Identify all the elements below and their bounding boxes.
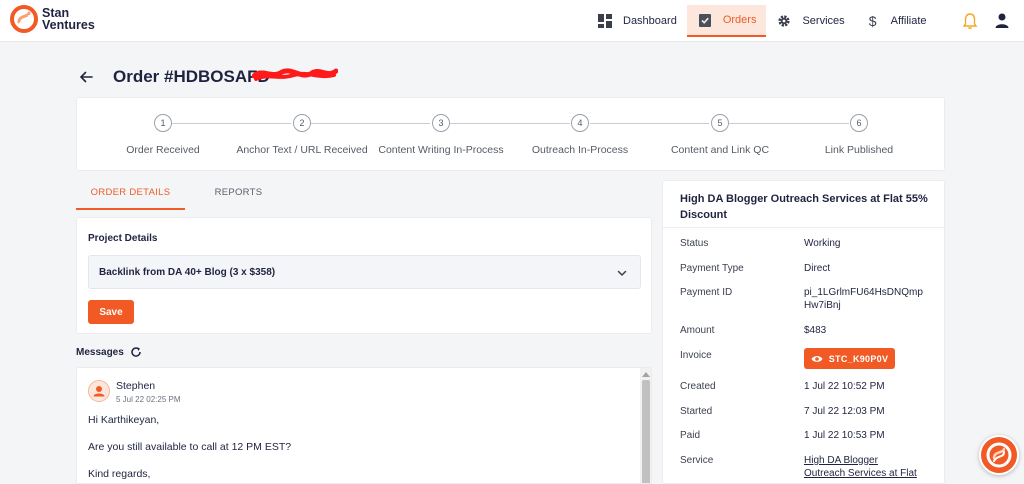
step-label: Content Writing In-Process xyxy=(378,144,504,156)
dollar-icon: $ xyxy=(868,13,877,29)
summary-value-status: Working xyxy=(804,238,841,249)
payment-id-line1: pi_1LGrlmFU64HsDNQmp xyxy=(804,287,923,298)
user-avatar-icon xyxy=(93,386,105,397)
messages-panel[interactable]: Stephen 5 Jul 22 02:25 PM Hi Karthikeyan… xyxy=(76,367,652,484)
user-icon[interactable] xyxy=(994,12,1010,30)
nav-affiliate[interactable]: $ Affiliate xyxy=(855,5,937,37)
service-link-line1: High DA Blogger xyxy=(804,455,878,466)
step-number: 2 xyxy=(293,114,311,132)
summary-value-payment-id: pi_1LGrlmFU64HsDNQmp Hw7iBnj xyxy=(804,286,923,312)
brand-name: Stan Ventures xyxy=(42,7,95,32)
summary-label-service: Service xyxy=(680,455,714,466)
summary-label-payment-id: Payment ID xyxy=(680,287,733,298)
summary-label-paid: Paid xyxy=(680,430,701,441)
summary-value-started: 7 Jul 22 12:03 PM xyxy=(804,406,885,417)
step-link-published: 6 Link Published xyxy=(789,114,929,156)
save-button[interactable]: Save xyxy=(88,300,134,324)
divider xyxy=(663,227,944,228)
step-anchor-text-received: 2 Anchor Text / URL Received xyxy=(232,114,372,156)
chat-launcher-button[interactable] xyxy=(979,435,1019,475)
tab-order-details[interactable]: ORDER DETAILS xyxy=(76,180,185,210)
project-select[interactable]: Backlink from DA 40+ Blog (3 x $358) xyxy=(88,255,641,289)
message-text-line: Hi Karthikeyan, xyxy=(88,414,160,426)
step-number: 5 xyxy=(711,114,729,132)
message-text-line: Are you still available to call at 12 PM… xyxy=(88,441,292,453)
message-timestamp: 5 Jul 22 02:25 PM xyxy=(116,395,181,404)
summary-value-amount: $483 xyxy=(804,325,827,336)
redaction-scribble xyxy=(252,68,338,81)
message-text-line: Kind regards, xyxy=(88,468,151,480)
nav-dashboard[interactable]: Dashboard xyxy=(587,5,687,37)
messages-scrollbar-thumb[interactable] xyxy=(642,380,650,483)
summary-label-created: Created xyxy=(680,381,716,392)
summary-value-paid: 1 Jul 22 10:53 PM xyxy=(804,430,885,441)
main-nav: Dashboard Orders Services $ Affiliate xyxy=(587,0,937,42)
avatar xyxy=(88,380,110,402)
project-select-value: Backlink from DA 40+ Blog (3 x $358) xyxy=(99,267,276,278)
step-content-writing: 3 Content Writing In-Process xyxy=(371,114,511,156)
messages-heading: Messages xyxy=(76,346,142,358)
clipboard-check-icon xyxy=(697,12,713,28)
back-arrow-icon[interactable] xyxy=(78,69,94,85)
step-label: Content and Link QC xyxy=(670,144,770,156)
step-label: Anchor Text / URL Received xyxy=(236,144,368,156)
order-tabs: ORDER DETAILS REPORTS xyxy=(76,180,652,210)
invoice-button[interactable]: STC_K90P0V xyxy=(804,348,895,369)
invoice-button-label: STC_K90P0V xyxy=(828,353,889,364)
gear-icon xyxy=(776,13,792,29)
summary-label-started: Started xyxy=(680,406,713,417)
order-progress-stepper: 1 Order Received 2 Anchor Text / URL Rec… xyxy=(76,97,945,171)
summary-label-payment-type: Payment Type xyxy=(680,263,744,274)
stan-ventures-chat-icon xyxy=(986,442,1012,468)
scroll-up-arrow-icon[interactable] xyxy=(642,371,650,377)
nav-orders[interactable]: Orders xyxy=(686,5,767,37)
project-details-label: Project Details xyxy=(88,233,158,244)
order-summary-panel: High DA Blogger Outreach Services at Fla… xyxy=(662,180,945,484)
summary-value-payment-type: Direct xyxy=(804,263,831,274)
page-title: Order #HDBOSAFD xyxy=(113,67,270,86)
step-number: 1 xyxy=(154,114,172,132)
summary-label-amount: Amount xyxy=(680,325,715,336)
nav-orders-label: Orders xyxy=(722,14,757,26)
refresh-icon[interactable] xyxy=(130,346,142,358)
nav-services-label: Services xyxy=(802,15,845,27)
eye-icon xyxy=(811,355,823,362)
message-author: Stephen xyxy=(116,380,156,392)
service-title: High DA Blogger Outreach Services at Fla… xyxy=(680,193,928,221)
project-details-card: Project Details Backlink from DA 40+ Blo… xyxy=(76,217,652,334)
summary-label-status: Status xyxy=(680,238,709,249)
service-link-line2: Outreach Services at Flat xyxy=(804,468,917,479)
stan-ventures-logo-icon xyxy=(10,5,38,33)
step-label: Order Received xyxy=(126,144,200,156)
step-number: 4 xyxy=(571,114,589,132)
dashboard-icon xyxy=(597,13,613,29)
brand-name-line2: Ventures xyxy=(42,18,95,32)
step-order-received: 1 Order Received xyxy=(93,114,233,156)
messages-heading-label: Messages xyxy=(76,346,124,358)
step-label: Outreach In-Process xyxy=(531,144,629,156)
step-number: 6 xyxy=(850,114,868,132)
brand-logo[interactable]: Stan Ventures xyxy=(10,5,95,33)
step-number: 3 xyxy=(432,114,450,132)
bell-icon[interactable] xyxy=(962,12,978,30)
summary-label-invoice: Invoice xyxy=(680,350,712,361)
nav-services[interactable]: Services xyxy=(766,5,854,37)
nav-dashboard-label: Dashboard xyxy=(623,15,677,27)
nav-affiliate-label: Affiliate xyxy=(890,15,927,27)
chevron-down-icon xyxy=(617,270,627,277)
tab-reports[interactable]: REPORTS xyxy=(185,180,292,210)
step-content-link-qc: 5 Content and Link QC xyxy=(650,114,790,156)
service-link[interactable]: High DA Blogger Outreach Services at Fla… xyxy=(804,454,917,480)
step-outreach: 4 Outreach In-Process xyxy=(510,114,650,156)
top-navigation-bar: Stan Ventures Dashboard Orders Services … xyxy=(0,0,1024,42)
payment-id-line2: Hw7iBnj xyxy=(804,300,841,311)
summary-value-created: 1 Jul 22 10:52 PM xyxy=(804,381,885,392)
step-label: Link Published xyxy=(824,144,894,156)
